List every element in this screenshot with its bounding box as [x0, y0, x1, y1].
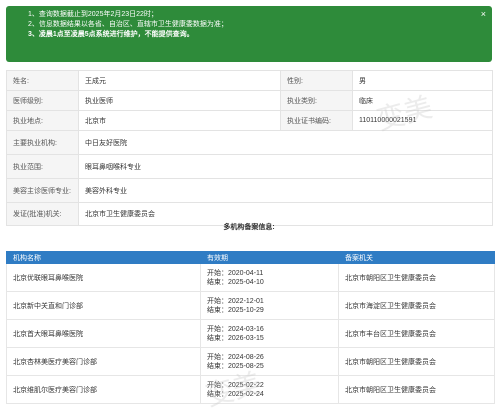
record-end: 结束：2025-04-10	[207, 278, 264, 286]
notice-line-2: 2、信息数据结果以各省、自治区、直辖市卫生健康委数据为准；	[28, 21, 228, 28]
notice-line-1: 1、查询数据截止到2025年2月23日22时；	[28, 11, 158, 18]
info-row: 主要执业机构: 中日友好医院	[6, 130, 493, 155]
record-org: 北京维肌尔医疗美容门诊部	[6, 375, 201, 404]
table-row: 北京新中关直和门诊部 开始：2022-12-01 结束：2025-10-29 北…	[6, 291, 495, 320]
record-end: 结束：2025-10-29	[207, 306, 264, 314]
record-end: 结束：2026-03-15	[207, 334, 264, 342]
info-row: 姓名: 王成元 性别: 男	[6, 70, 493, 91]
record-start: 开始：2020-04-11	[207, 269, 264, 277]
record-validity: 开始：2025-02-22 结束：2025-02-24	[200, 375, 339, 404]
records-header-row: 机构名称 有效期 备案机关	[6, 251, 495, 264]
record-start: 开始：2025-02-22	[207, 381, 264, 389]
record-agency: 北京市朝阳区卫生健康委员会	[338, 347, 495, 376]
record-validity: 开始：2022-12-01 结束：2025-10-29	[200, 291, 339, 320]
record-agency: 北京市丰台区卫生健康委员会	[338, 319, 495, 348]
table-row: 北京维肌尔医疗美容门诊部 开始：2025-02-22 结束：2025-02-24…	[6, 375, 495, 404]
table-row: 北京杏林美医疗美容门诊部 开始：2024-08-26 结束：2025-08-25…	[6, 347, 495, 376]
notice-line-3: 3、凌晨1点至凌晨5点系统进行维护，不能提供查询。	[28, 31, 194, 38]
org-label: 主要执业机构:	[6, 130, 79, 155]
level-value: 执业医师	[78, 90, 281, 111]
record-org: 北京杏林美医疗美容门诊部	[6, 347, 201, 376]
header-agency: 备案机关	[338, 251, 495, 264]
record-start: 开始：2024-03-16	[207, 325, 264, 333]
record-agency: 北京市朝阳区卫生健康委员会	[338, 263, 495, 292]
cert-value: 110110000021591	[352, 110, 493, 131]
record-start: 开始：2024-08-26	[207, 353, 264, 361]
record-end: 结束：2025-02-24	[207, 390, 264, 398]
location-value: 北京市	[78, 110, 281, 131]
gender-label: 性别:	[280, 70, 353, 91]
record-agency: 北京市朝阳区卫生健康委员会	[338, 375, 495, 404]
category-value: 临床	[352, 90, 493, 111]
record-org: 北京首大眼耳鼻喉医院	[6, 319, 201, 348]
info-row: 医师级别: 执业医师 执业类别: 临床	[6, 90, 493, 111]
gender-value: 男	[352, 70, 493, 91]
record-org: 北京优联眼耳鼻喉医院	[6, 263, 201, 292]
cosmetic-value: 美容外科专业	[78, 178, 493, 203]
location-label: 执业地点:	[6, 110, 79, 131]
level-label: 医师级别:	[6, 90, 79, 111]
record-org: 北京新中关直和门诊部	[6, 291, 201, 320]
notice-banner: × 1、查询数据截止到2025年2月23日22时； 2、信息数据结果以各省、自治…	[6, 6, 492, 62]
record-agency: 北京市海淀区卫生健康委员会	[338, 291, 495, 320]
info-row: 美容主诊医师专业: 美容外科专业	[6, 178, 493, 203]
table-row: 北京首大眼耳鼻喉医院 开始：2024-03-16 结束：2026-03-15 北…	[6, 319, 495, 348]
header-validity: 有效期	[200, 251, 339, 264]
info-row: 执业范围: 眼耳鼻咽喉科专业	[6, 154, 493, 179]
doctor-info-table: 姓名: 王成元 性别: 男 医师级别: 执业医师 执业类别: 临床 执业地点: …	[6, 70, 493, 226]
record-validity: 开始：2020-04-11 结束：2025-04-10	[200, 263, 339, 292]
header-org: 机构名称	[6, 251, 201, 264]
close-icon[interactable]: ×	[481, 9, 486, 19]
record-end: 结束：2025-08-25	[207, 362, 264, 370]
record-start: 开始：2022-12-01	[207, 297, 264, 305]
table-row: 北京优联眼耳鼻喉医院 开始：2020-04-11 结束：2025-04-10 北…	[6, 263, 495, 292]
records-table: 机构名称 有效期 备案机关 北京优联眼耳鼻喉医院 开始：2020-04-11 结…	[6, 251, 495, 404]
records-title: 多机构备案信息:	[223, 224, 275, 231]
record-validity: 开始：2024-03-16 结束：2026-03-15	[200, 319, 339, 348]
cert-label: 执业证书编码:	[280, 110, 353, 131]
category-label: 执业类别:	[280, 90, 353, 111]
org-value: 中日友好医院	[78, 130, 493, 155]
scope-value: 眼耳鼻咽喉科专业	[78, 154, 493, 179]
info-row: 执业地点: 北京市 执业证书编码: 110110000021591	[6, 110, 493, 131]
name-value: 王成元	[78, 70, 281, 91]
name-label: 姓名:	[6, 70, 79, 91]
cosmetic-label: 美容主诊医师专业:	[6, 178, 79, 203]
scope-label: 执业范围:	[6, 154, 79, 179]
record-validity: 开始：2024-08-26 结束：2025-08-25	[200, 347, 339, 376]
